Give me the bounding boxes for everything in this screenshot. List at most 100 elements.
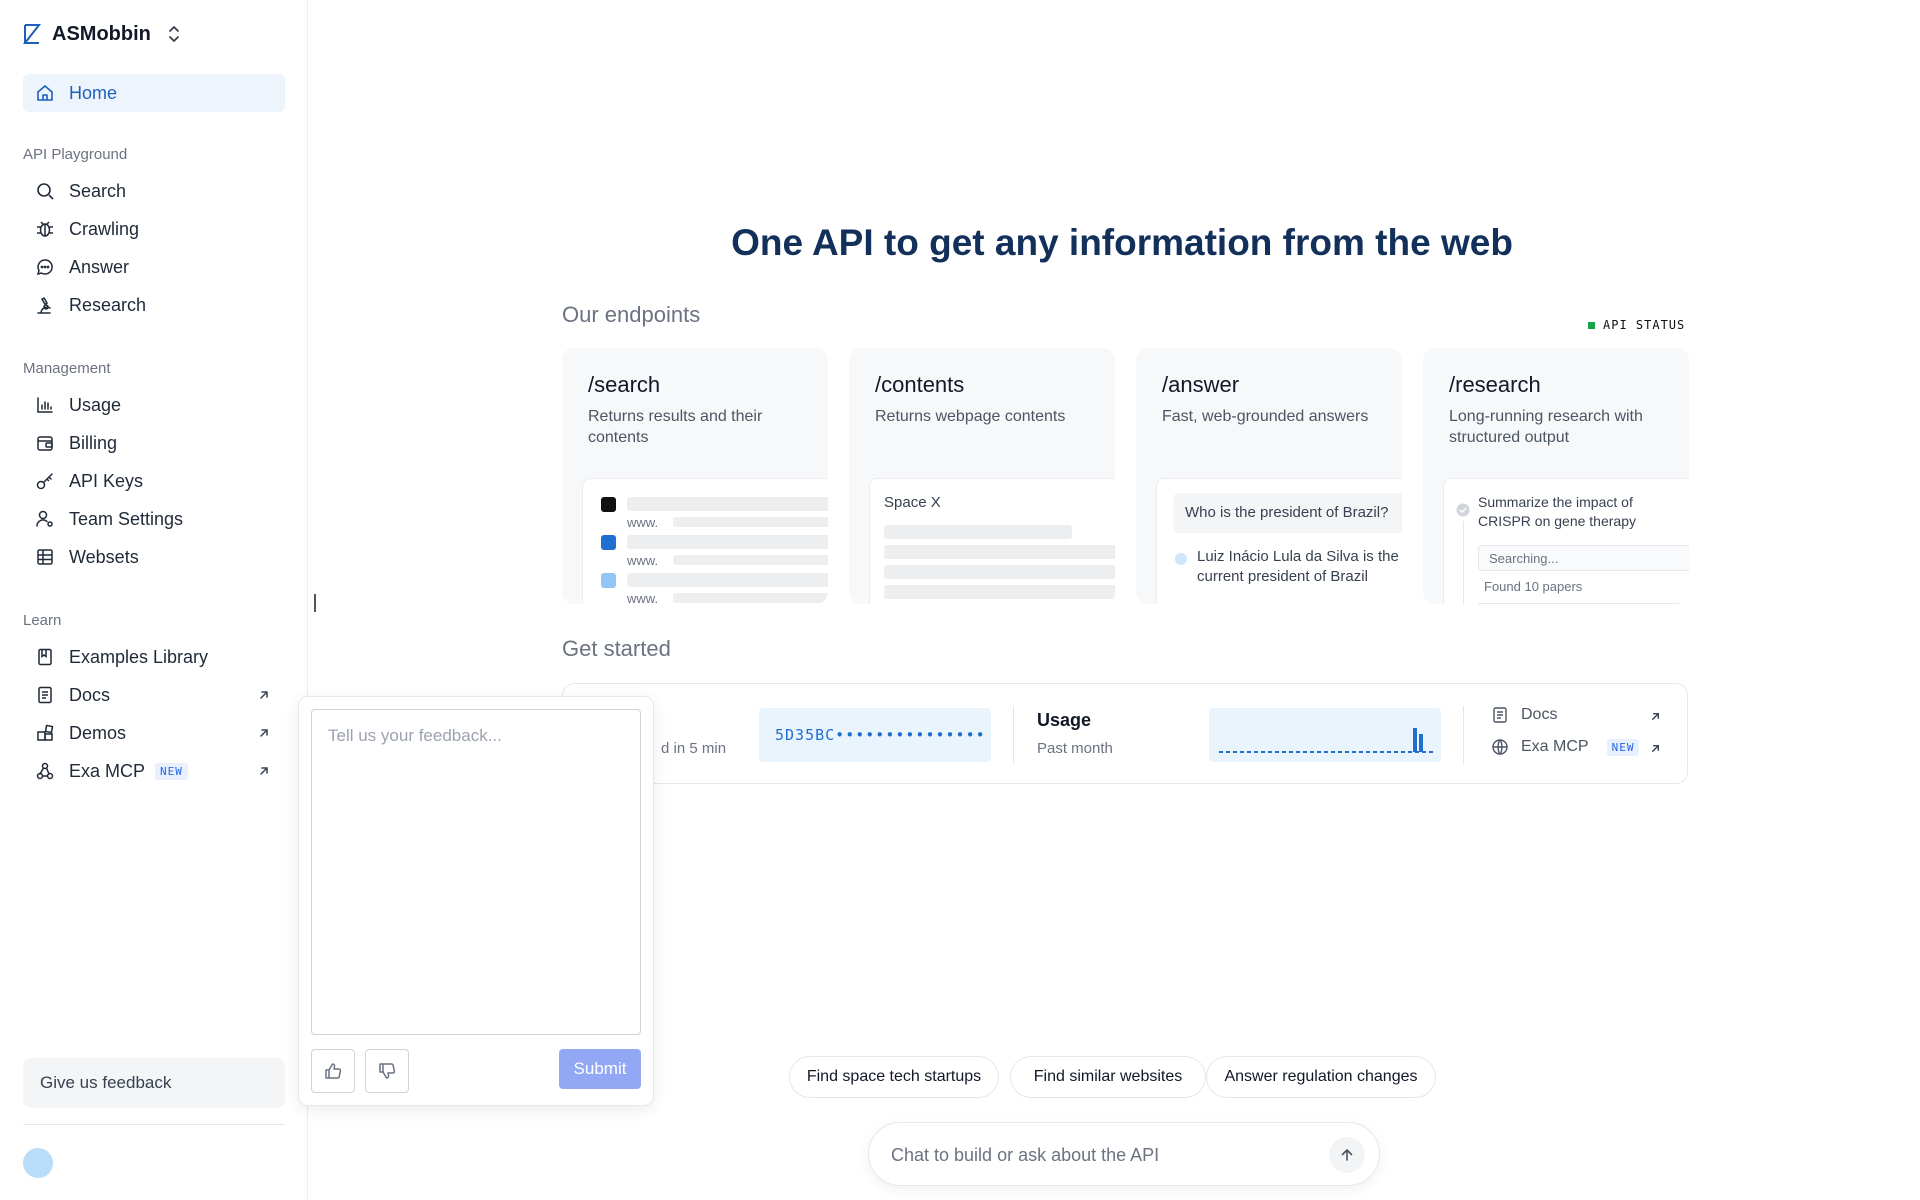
sidebar-item-api-keys[interactable]: API Keys xyxy=(23,462,285,500)
suggestion-chip-regulation[interactable]: Answer regulation changes xyxy=(1206,1056,1436,1098)
sidebar-item-websets[interactable]: Websets xyxy=(23,538,285,576)
search-icon xyxy=(37,183,54,200)
thumbs-up-button[interactable] xyxy=(311,1049,355,1093)
book-icon xyxy=(38,648,52,666)
exa-logo-icon xyxy=(22,24,42,44)
sidebar-item-demos[interactable]: Demos xyxy=(23,714,285,752)
result-square-icon xyxy=(601,535,616,550)
sidebar-item-home[interactable]: Home xyxy=(23,74,285,112)
endpoints-heading: Our endpoints xyxy=(562,302,701,327)
document-icon xyxy=(1493,707,1507,723)
feedback-textarea[interactable] xyxy=(311,709,641,1035)
chat-bubble-icon xyxy=(36,259,53,276)
timeline-line xyxy=(1463,521,1464,604)
answer-dot-icon xyxy=(1175,553,1187,565)
sidebar-item-label: Team Settings xyxy=(69,508,184,529)
globe-icon xyxy=(1492,739,1508,755)
endpoint-card-research[interactable]: /research Long-running research with str… xyxy=(1423,348,1689,604)
endpoint-card-search[interactable]: /search Returns results and their conten… xyxy=(562,348,828,604)
chevron-up-down-icon xyxy=(168,26,179,42)
result-url: www. xyxy=(627,553,659,568)
section-label-management: Management xyxy=(23,360,111,377)
sidebar-item-billing[interactable]: Billing xyxy=(23,424,285,462)
user-settings-icon xyxy=(36,510,53,527)
result-square-icon xyxy=(601,573,616,588)
give-feedback-button[interactable]: Give us feedback xyxy=(23,1058,285,1108)
sidebar-item-label: Usage xyxy=(69,394,122,415)
answer-text: Luiz Inácio Lula da Silva is the current… xyxy=(1197,548,1399,585)
sidebar-item-exa-mcp[interactable]: Exa MCP NEW xyxy=(23,752,285,790)
suggestion-chip-similar-websites[interactable]: Find similar websites xyxy=(1010,1056,1206,1098)
sidebar-item-usage[interactable]: Usage xyxy=(23,386,285,424)
sidebar-item-docs[interactable]: Docs xyxy=(23,676,285,714)
new-badge: NEW xyxy=(155,762,188,780)
new-badge: NEW xyxy=(1606,738,1640,756)
card-title: /contents xyxy=(875,372,965,397)
external-link-icon xyxy=(260,729,268,737)
result-url: www. xyxy=(627,515,659,530)
placeholder-bar xyxy=(673,517,828,527)
quickstart-subtitle: d in 5 min xyxy=(661,740,727,757)
papers-found: Found 10 papers xyxy=(1484,579,1583,594)
thumbs-down-button[interactable] xyxy=(365,1049,409,1093)
arrow-up-icon xyxy=(1341,1149,1353,1161)
result-square-icon xyxy=(601,497,616,512)
home-icon xyxy=(37,85,53,101)
document-icon xyxy=(38,686,52,704)
usage-bar xyxy=(1413,728,1417,752)
answer-preview: Who is the president of Brazil? Luiz Iná… xyxy=(1156,478,1402,604)
external-link-icon xyxy=(1652,745,1659,752)
sidebar-item-label: API Keys xyxy=(69,470,144,491)
usage-sparkline[interactable] xyxy=(1209,708,1441,762)
endpoint-card-answer[interactable]: /answer Fast, web-grounded answers Who i… xyxy=(1136,348,1402,604)
sidebar-item-examples-library[interactable]: Examples Library xyxy=(23,638,285,676)
card-title: /research xyxy=(1449,372,1541,397)
search-status-box: Searching... xyxy=(1478,545,1689,571)
widgets-icon xyxy=(37,724,54,741)
sidebar-item-label: Search xyxy=(69,180,127,201)
exa-mcp-link[interactable]: Exa MCP NEW xyxy=(1491,738,1640,756)
sidebar-item-label: Docs xyxy=(69,684,111,705)
card-description: Returns results and their contents xyxy=(588,408,763,446)
endpoint-card-contents[interactable]: /contents Returns webpage contents Space… xyxy=(849,348,1115,604)
content-page-title: Space X xyxy=(884,494,941,511)
docs-link[interactable]: Docs xyxy=(1491,706,1557,724)
check-circle-icon xyxy=(1456,503,1470,517)
external-link-icon xyxy=(260,691,268,699)
sidebar-item-research[interactable]: Research xyxy=(23,286,285,324)
submit-feedback-button[interactable]: Submit xyxy=(559,1049,641,1089)
sidebar-item-crawling[interactable]: Crawling xyxy=(23,210,285,248)
chat-input[interactable] xyxy=(891,1139,1291,1171)
microscope-icon xyxy=(37,296,51,314)
sidebar-item-answer[interactable]: Answer xyxy=(23,248,285,286)
question-bubble: Who is the president of Brazil? xyxy=(1173,493,1402,533)
sidebar-item-label: Answer xyxy=(69,256,130,277)
usage-subtitle: Past month xyxy=(1037,740,1113,757)
sidebar-item-label: Examples Library xyxy=(69,646,209,667)
sidebar-item-team-settings[interactable]: Team Settings xyxy=(23,500,285,538)
sidebar-item-label: Research xyxy=(69,294,147,315)
placeholder-bar xyxy=(884,525,1072,539)
sidebar-item-label: Demos xyxy=(69,722,127,743)
api-status-link[interactable]: API STATUS xyxy=(1588,318,1685,332)
usage-bar xyxy=(1419,734,1423,752)
bug-icon xyxy=(37,221,53,237)
text-cursor xyxy=(314,594,316,612)
team-switcher[interactable]: ASMobbin xyxy=(22,20,181,48)
search-status: Searching... xyxy=(1489,551,1559,566)
search-preview: www. www. www. xyxy=(582,478,828,604)
webhook-icon xyxy=(36,762,54,780)
wallet-icon xyxy=(37,436,53,451)
research-task: Summarize the impact of CRISPR on gene t… xyxy=(1478,494,1636,529)
send-button[interactable] xyxy=(1329,1137,1365,1173)
page-title: One API to get any information from the … xyxy=(731,222,1513,263)
card-description: Returns webpage contents xyxy=(875,408,1066,425)
docs-link-label: Docs xyxy=(1521,706,1558,723)
suggestion-chip-space-tech[interactable]: Find space tech startups xyxy=(789,1056,999,1098)
sidebar-item-search[interactable]: Search xyxy=(23,172,285,210)
question-text: Who is the president of Brazil? xyxy=(1185,504,1389,521)
external-link-icon xyxy=(260,767,268,775)
api-key-display[interactable]: 5D35BC••••••••••••••• xyxy=(759,708,991,762)
placeholder-bar xyxy=(627,497,828,511)
user-avatar[interactable] xyxy=(23,1148,53,1178)
